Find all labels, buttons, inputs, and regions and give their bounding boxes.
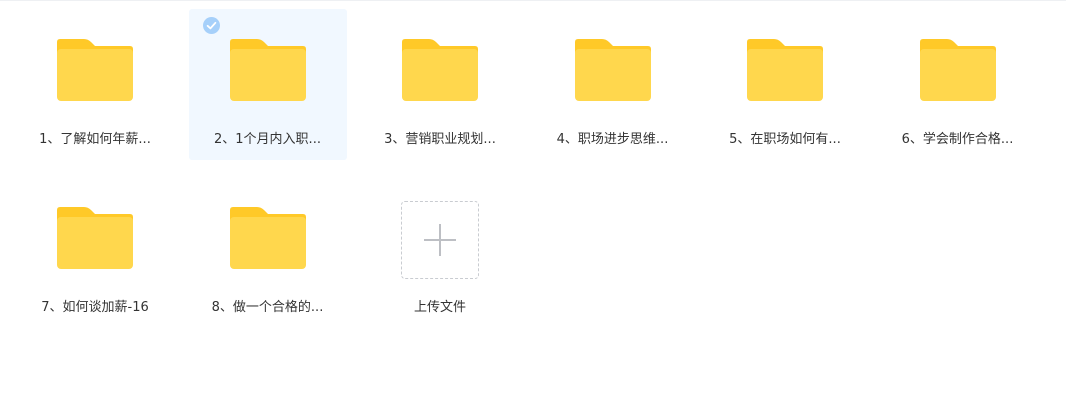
folder-item[interactable]: 7、如何谈加薪-16 [16, 177, 174, 328]
folder-name: 7、如何谈加薪-16 [41, 300, 149, 315]
folder-icon [57, 207, 133, 269]
folder-icon [919, 39, 996, 101]
folder-name: 3、营销职业规划... [384, 132, 496, 147]
folder-item[interactable]: 3、营销职业规划... [361, 9, 519, 160]
top-divider [0, 0, 1066, 1]
folder-name: 8、做一个合格的... [211, 300, 324, 315]
folder-icon [402, 39, 478, 101]
folder-icon [574, 39, 651, 101]
folder-item[interactable]: 4、职场进步思维... [534, 9, 692, 160]
folder-item[interactable]: 5、在职场如何有... [706, 9, 864, 160]
folder-item-selected[interactable]: 2、1个月内入职... [188, 9, 347, 160]
check-circle-icon[interactable] [202, 17, 220, 34]
upload-button[interactable] [401, 201, 479, 279]
folder-name: 5、在职场如何有... [729, 132, 841, 147]
folder-item[interactable]: 1、了解如何年薪... [16, 9, 174, 160]
folder-icon [229, 39, 306, 101]
folder-item[interactable]: 6、学会制作合格... [879, 9, 1037, 160]
folder-name: 4、职场进步思维... [556, 132, 669, 147]
plus-icon [424, 224, 456, 256]
upload-label: 上传文件 [413, 300, 466, 315]
upload-tile[interactable]: 上传文件 [361, 177, 519, 328]
file-grid: 1、了解如何年薪... 2、1个月内入职... 3、营销职业规划... 4、职场… [16, 9, 1037, 328]
folder-icon [229, 207, 306, 269]
folder-name: 1、了解如何年薪... [39, 132, 151, 147]
folder-name: 2、1个月内入职... [214, 132, 321, 147]
folder-name: 6、学会制作合格... [901, 132, 1014, 147]
folder-item[interactable]: 8、做一个合格的... [189, 177, 347, 328]
folder-icon [747, 39, 823, 101]
folder-icon [57, 39, 133, 101]
